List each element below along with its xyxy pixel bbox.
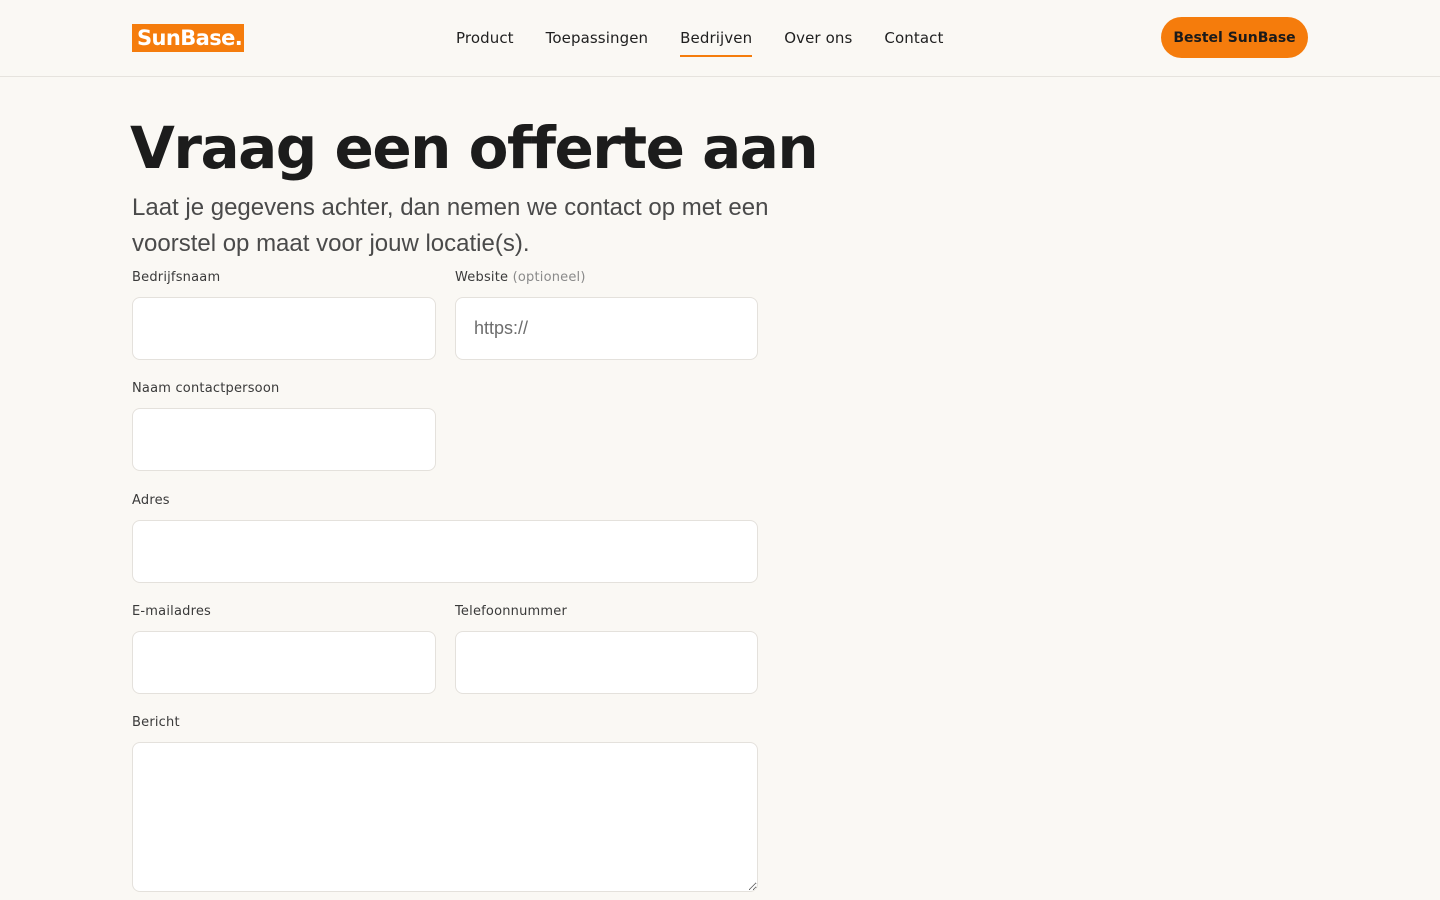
site-header: SunBase. Product Toepassingen Bedrijven …: [0, 0, 1440, 77]
message-textarea[interactable]: [132, 742, 758, 892]
company-name-input[interactable]: [132, 297, 436, 360]
nav-item-over-ons[interactable]: Over ons: [784, 29, 852, 47]
email-label: E-mailadres: [132, 604, 212, 619]
contact-name-input[interactable]: [132, 408, 436, 471]
email-input[interactable]: [132, 631, 436, 694]
website-input[interactable]: [455, 297, 758, 360]
nav-item-product[interactable]: Product: [456, 29, 514, 47]
website-label-text: Website: [455, 270, 509, 285]
company-name-label: Bedrijfsnaam: [132, 270, 221, 285]
website-label: Website (optioneel): [455, 270, 586, 285]
nav-item-contact[interactable]: Contact: [884, 29, 943, 47]
order-sunbase-button[interactable]: Bestel SunBase: [1161, 17, 1308, 58]
phone-input[interactable]: [455, 631, 758, 694]
nav-item-toepassingen[interactable]: Toepassingen: [546, 29, 649, 47]
contact-name-label: Naam contactpersoon: [132, 381, 280, 396]
address-input[interactable]: [132, 520, 758, 583]
message-label: Bericht: [132, 715, 180, 730]
main-nav: Product Toepassingen Bedrijven Over ons …: [456, 0, 975, 76]
phone-label: Telefoonnummer: [455, 604, 568, 619]
sunbase-logo[interactable]: SunBase.: [132, 24, 244, 52]
address-label: Adres: [132, 493, 170, 508]
page-title: Vraag een offerte aan: [130, 114, 819, 182]
nav-item-bedrijven[interactable]: Bedrijven: [680, 29, 753, 57]
page-subtitle: Laat je gegevens achter, dan nemen we co…: [132, 194, 769, 257]
website-optional-hint: (optioneel): [512, 270, 586, 285]
